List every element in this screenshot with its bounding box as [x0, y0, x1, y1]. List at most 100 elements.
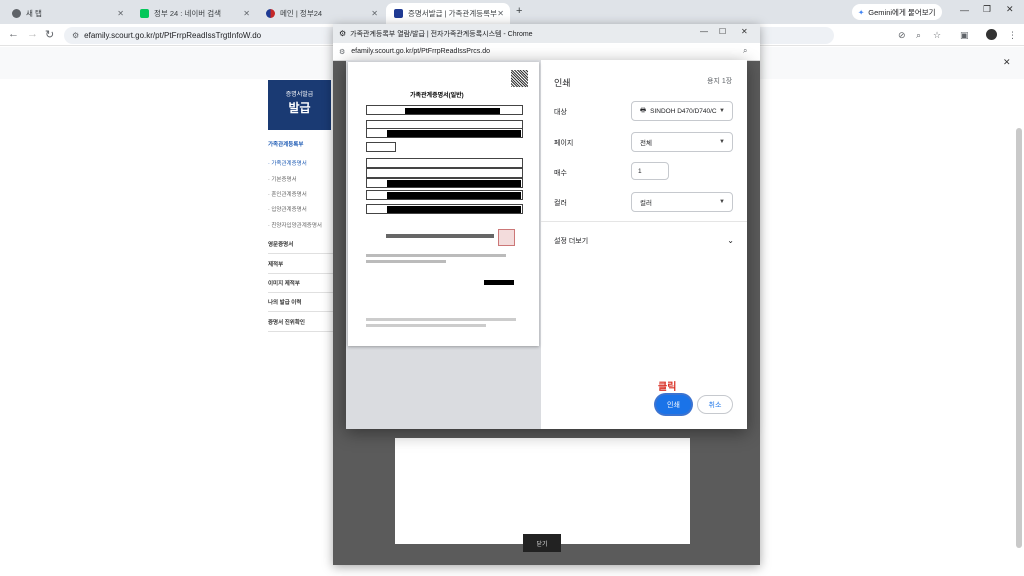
popup-address-bar[interactable]: ⚙ efamily.scourt.go.kr/pt/PtFrrpReadIssP… [333, 43, 760, 61]
sidebar: 증명서발급 발급 가족관계등록부 · 가족관계증명서 · 기본증명서 · 혼인관… [268, 80, 334, 350]
destination-select[interactable]: 🖶 SINDOH D470/D740/C ▼ [631, 101, 733, 121]
tab-new-tab[interactable]: 새 탭 ✕ [4, 3, 130, 24]
court-icon: ⚙ [339, 29, 347, 38]
forward-icon[interactable]: → [27, 28, 38, 40]
close-icon[interactable]: ✕ [117, 9, 124, 18]
tab-certificate[interactable]: 증명서발급 | 가족관계등록부 ✕ [386, 3, 510, 24]
sidebar-item-removed-register[interactable]: 제적부 [268, 260, 334, 274]
sidebar-item-family[interactable]: 가족관계등록부 [268, 140, 334, 148]
zoom-icon[interactable]: ⌕ [743, 46, 747, 56]
more-settings-label: 설정 더보기 [554, 238, 589, 245]
pages-label: 페이지 [554, 140, 574, 147]
tab-label: 정부 24 : 네이버 검색 [154, 9, 222, 18]
back-icon[interactable]: ← [8, 28, 19, 40]
destination-label: 대상 [554, 109, 567, 116]
print-dialog: 가족관계증명서(일반) 인쇄 용지 1장 대상 🖶 SINDOH D470/D7… [346, 60, 747, 429]
gemini-button[interactable]: ✦ Gemini에게 물어보기 [852, 4, 942, 20]
preview-row [366, 128, 523, 138]
naver-icon [140, 9, 149, 18]
official-seal [498, 229, 515, 246]
chrome-icon [12, 9, 21, 18]
preview-doc-title: 가족관계증명서(일반) [410, 93, 464, 99]
qr-code-icon [511, 70, 528, 87]
court-icon [394, 9, 403, 18]
tab-label: 새 탭 [26, 9, 42, 18]
chevron-down-icon: ▼ [719, 108, 725, 114]
minimize-icon[interactable]: — [960, 5, 969, 15]
preview-row [366, 142, 396, 152]
maximize-icon[interactable]: ☐ [719, 27, 726, 36]
preview-text-line [366, 260, 446, 263]
redaction-block [484, 280, 514, 285]
print-settings-pane: 인쇄 용지 1장 대상 🖶 SINDOH D470/D740/C ▼ 페이지 전… [541, 60, 747, 429]
minimize-icon[interactable]: — [700, 27, 708, 36]
sidebar-item-verify[interactable]: 증명서 진위확인 [268, 318, 334, 332]
preview-row [366, 178, 523, 188]
popup-url: efamily.scourt.go.kr/pt/PtFrrpReadIssPrc… [351, 48, 491, 55]
sidebar-item-image-register[interactable]: 이미지 제적부 [268, 279, 334, 293]
close-icon[interactable]: ✕ [371, 9, 378, 18]
print-preview-page: 가족관계증명서(일반) [348, 62, 539, 346]
close-icon[interactable]: ✕ [243, 9, 250, 18]
tab-gov24[interactable]: 메인 | 정부24 ✕ [258, 3, 384, 24]
click-annotation: 클릭 [658, 382, 677, 393]
bookmark-star-icon[interactable]: ☆ [933, 30, 941, 41]
cancel-button[interactable]: 취소 [697, 395, 733, 414]
close-window-icon[interactable]: ✕ [741, 27, 748, 36]
tab-naver-search[interactable]: 정부 24 : 네이버 검색 ✕ [132, 3, 256, 24]
side-panel-icon[interactable]: ▣ [960, 30, 969, 41]
close-icon[interactable]: ✕ [1003, 57, 1011, 68]
copies-input[interactable]: 1 [631, 162, 669, 180]
avatar[interactable] [986, 29, 997, 40]
sidebar-item-marriage-cert[interactable]: · 혼인관계증명서 [268, 190, 334, 198]
more-settings-toggle[interactable]: 설정 더보기 ⌄ [554, 236, 734, 246]
tab-strip: 새 탭 ✕ 정부 24 : 네이버 검색 ✕ 메인 | 정부24 ✕ 증명서발급… [0, 0, 1024, 24]
preview-text-line [366, 324, 486, 327]
chevron-down-icon: ▼ [719, 199, 725, 205]
close-button[interactable]: 닫기 [523, 534, 561, 552]
color-select[interactable]: 컬러 ▼ [631, 192, 733, 212]
divider [541, 221, 747, 222]
popup-title: 가족관계등록부 열람/발급 | 전자가족관계등록시스템 - Chrome [350, 30, 533, 38]
chevron-down-icon: ▼ [719, 139, 725, 145]
sidebar-item-english[interactable]: 영문증명서 [268, 240, 334, 254]
color-value: 컬러 [640, 200, 652, 207]
print-preview-pane: 가족관계증명서(일반) [346, 60, 541, 429]
pages-select[interactable]: 전체 ▼ [631, 132, 733, 152]
tab-label: 메인 | 정부24 [280, 9, 323, 18]
close-window-icon[interactable]: ✕ [1006, 4, 1014, 15]
menu-icon[interactable]: ⋮ [1008, 30, 1017, 41]
pages-value: 전체 [640, 140, 652, 147]
site-settings-icon[interactable]: ⚙ [339, 48, 345, 56]
camera-off-icon[interactable]: ⊘ [898, 30, 906, 41]
logo-line: 증명서발급 [285, 92, 314, 98]
tab-label: 증명서발급 | 가족관계등록부 [408, 9, 497, 18]
reload-icon[interactable]: ↻ [45, 28, 54, 41]
new-tab-button[interactable]: + [516, 5, 522, 17]
print-heading: 인쇄 [554, 78, 571, 88]
preview-text-line [366, 254, 506, 257]
logo-line: 발급 [288, 101, 311, 115]
destination-value: SINDOH D470/D740/C [650, 107, 717, 115]
gemini-label: Gemini에게 물어보기 [868, 7, 936, 17]
preview-text-line [366, 318, 516, 321]
gov24-icon [266, 9, 275, 18]
sidebar-item-full-adoption-cert[interactable]: · 친양자입양관계증명서 [268, 221, 334, 229]
sidebar-item-family-cert[interactable]: · 가족관계증명서 [268, 159, 334, 167]
sidebar-item-adoption-cert[interactable]: · 입양관계증명서 [268, 205, 334, 213]
popup-titlebar: ⚙ 가족관계등록부 열람/발급 | 전자가족관계등록시스템 - Chrome [333, 24, 760, 43]
zoom-icon[interactable]: ⌕ [916, 30, 921, 41]
copies-label: 매수 [554, 170, 567, 177]
preview-row [366, 204, 523, 214]
preview-row [366, 190, 523, 200]
sidebar-item-basic-cert[interactable]: · 기본증명서 [268, 175, 334, 183]
scrollbar[interactable] [1016, 128, 1022, 548]
close-icon[interactable]: ✕ [497, 9, 504, 18]
restore-icon[interactable]: ❐ [983, 4, 991, 15]
sidebar-item-history[interactable]: 나의 발급 이력 [268, 298, 334, 312]
print-button[interactable]: 인쇄 [656, 395, 691, 414]
color-label: 컬러 [554, 200, 567, 207]
gemini-icon: ✦ [858, 7, 865, 17]
printer-icon: 🖶 [640, 106, 647, 114]
site-settings-icon[interactable]: ⚙ [72, 31, 79, 40]
